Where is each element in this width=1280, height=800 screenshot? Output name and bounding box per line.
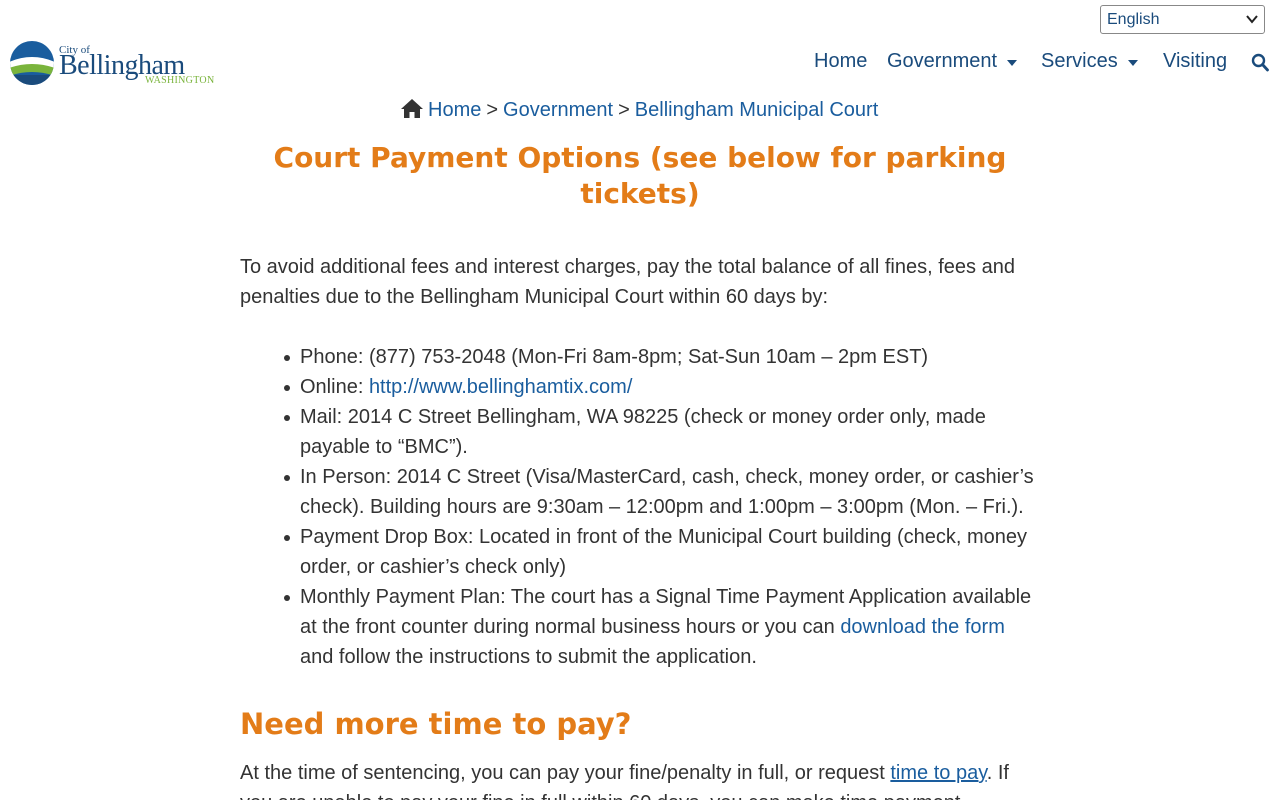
main-content: To avoid additional fees and interest ch… — [240, 252, 1040, 800]
page-title: Court Payment Options (see below for par… — [273, 141, 1007, 210]
list-item-mail: Mail: 2014 C Street Bellingham, WA 98225… — [284, 402, 1040, 462]
breadcrumb-separator: > — [486, 99, 499, 121]
language-select[interactable]: English — [1100, 5, 1265, 34]
caret-down-icon[interactable] — [1007, 60, 1017, 67]
nav-visiting[interactable]: Visiting — [1163, 50, 1227, 73]
online-label: Online: — [300, 376, 369, 398]
breadcrumb: Home > Government > Bellingham Municipal Cou… — [400, 98, 878, 122]
list-item-online: Online: http://www.bellinghamtix.com/ — [284, 372, 1040, 402]
list-item-in-person: In Person: 2014 C Street (Visa/MasterCar… — [284, 462, 1040, 522]
logo-state: WASHINGTON — [145, 75, 215, 86]
online-payment-link[interactable]: http://www.bellinghamtix.com/ — [369, 376, 632, 398]
more-time-text: At the time of sentencing, you can pay y… — [240, 762, 891, 784]
time-to-pay-link[interactable]: time to pay — [890, 762, 986, 784]
nav-government[interactable]: Government — [887, 50, 997, 73]
search-icon[interactable] — [1251, 53, 1269, 72]
nav-home[interactable]: Home — [814, 50, 867, 73]
breadcrumb-government[interactable]: Government — [503, 99, 613, 121]
breadcrumb-home[interactable]: Home — [428, 99, 481, 121]
more-time-paragraph: At the time of sentencing, you can pay y… — [240, 758, 1040, 800]
home-icon — [401, 99, 423, 118]
payment-options-list: Phone: (877) 753-2048 (Mon-Fri 8am-8pm; … — [240, 342, 1040, 672]
breadcrumb-separator: > — [618, 99, 630, 121]
logo-emblem-icon — [10, 41, 54, 85]
list-item-phone: Phone: (877) 753-2048 (Mon-Fri 8am-8pm; … — [284, 342, 1040, 372]
breadcrumb-court[interactable]: Bellingham Municipal Court — [635, 99, 878, 121]
city-logo[interactable]: City of Bellingham WASHINGTON — [9, 38, 219, 90]
plan-text-end: and follow the instructions to submit th… — [300, 646, 757, 668]
intro-paragraph: To avoid additional fees and interest ch… — [240, 256, 1015, 308]
caret-down-icon[interactable] — [1128, 60, 1138, 67]
download-form-link[interactable]: download the form — [840, 616, 1005, 638]
list-item-payment-plan: Monthly Payment Plan: The court has a Si… — [284, 582, 1040, 672]
nav-services[interactable]: Services — [1041, 50, 1118, 73]
list-item-drop-box: Payment Drop Box: Located in front of th… — [284, 522, 1040, 582]
section-heading-more-time: Need more time to pay? — [240, 707, 632, 741]
